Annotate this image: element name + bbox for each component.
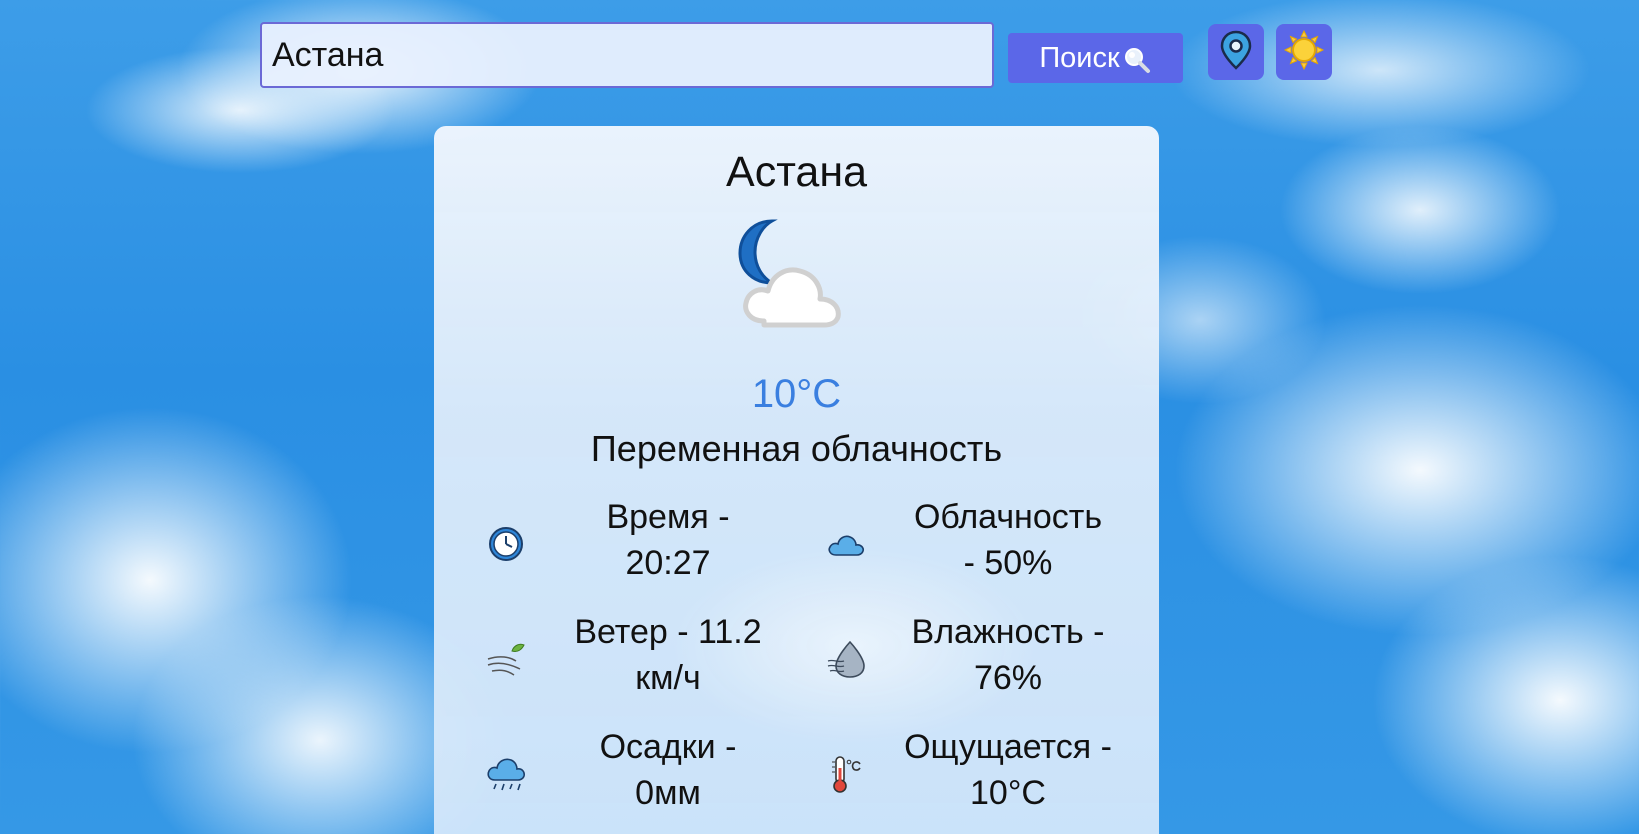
detail-time: Время - 20:27 bbox=[486, 494, 806, 594]
sun-icon bbox=[1283, 29, 1325, 75]
detail-humidity-value: 76% bbox=[973, 659, 1043, 697]
detail-wind-label: Ветер - 11.2 bbox=[574, 613, 762, 651]
search-button-label: Поиск bbox=[1039, 41, 1120, 74]
detail-humidity: Влажность - 76% bbox=[826, 609, 1146, 709]
detail-time-label: Время - bbox=[606, 498, 730, 536]
clock-icon bbox=[486, 524, 526, 564]
detail-feels-like-value: 10°C bbox=[970, 774, 1046, 812]
detail-precipitation: Осадки - 0мм bbox=[486, 724, 806, 824]
humidity-drop-icon bbox=[826, 639, 866, 679]
weather-description: Переменная облачность bbox=[590, 428, 1003, 469]
detail-clouds-value: - 50% bbox=[963, 544, 1053, 582]
location-button[interactable] bbox=[1208, 24, 1264, 80]
city-search-input[interactable] bbox=[260, 22, 994, 88]
temperature-value: 10°C bbox=[751, 372, 842, 416]
rain-cloud-icon bbox=[486, 754, 526, 794]
search-icon bbox=[1122, 45, 1152, 75]
detail-clouds-label: Облачность bbox=[913, 498, 1103, 536]
detail-wind: Ветер - 11.2 км/ч bbox=[486, 609, 806, 709]
city-name: Астана bbox=[726, 148, 867, 196]
thermometer-icon bbox=[826, 754, 866, 794]
detail-clouds: Облачность - 50% bbox=[826, 494, 1146, 594]
detail-wind-value: км/ч bbox=[635, 659, 701, 697]
detail-time-value: 20:27 bbox=[625, 544, 711, 582]
detail-precipitation-label: Осадки - bbox=[599, 728, 737, 766]
location-pin-icon bbox=[1219, 30, 1253, 75]
theme-toggle-button[interactable] bbox=[1276, 24, 1332, 80]
detail-feels-like-label: Ощущается - bbox=[904, 728, 1112, 766]
search-button[interactable]: Поиск bbox=[1008, 33, 1183, 83]
weather-card: Астана 10°C Переменная облачность Время … bbox=[434, 126, 1159, 834]
wind-icon bbox=[486, 639, 526, 679]
detail-feels-like: Ощущается - 10°C bbox=[826, 724, 1146, 824]
cloud-icon bbox=[826, 524, 866, 564]
detail-humidity-label: Влажность - bbox=[911, 613, 1105, 651]
detail-precipitation-value: 0мм bbox=[635, 774, 701, 812]
